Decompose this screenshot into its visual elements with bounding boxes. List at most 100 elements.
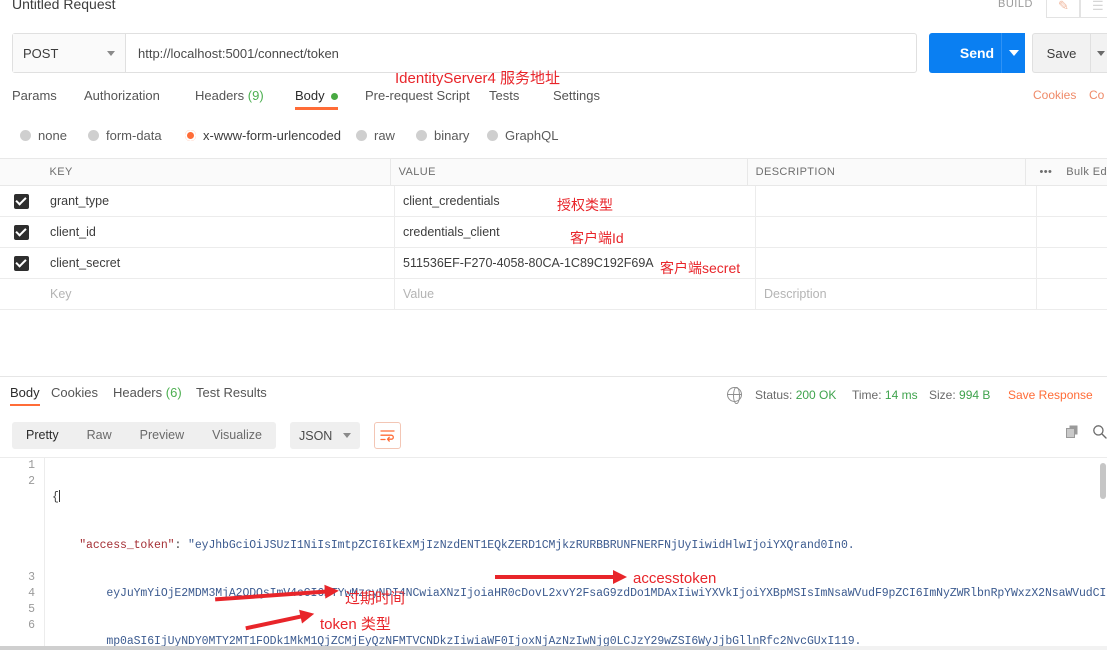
save-options-button[interactable] <box>1090 33 1107 73</box>
column-header-description: DESCRIPTION <box>755 166 836 178</box>
status-badge: Status: 200 OK <box>755 388 837 402</box>
body-type-form-data[interactable]: form-data <box>88 128 162 143</box>
status-value: 200 OK <box>795 388 837 402</box>
body-type-raw[interactable]: raw <box>356 128 395 143</box>
pen-icon[interactable]: ✎ <box>1058 0 1069 14</box>
send-options-button[interactable] <box>1001 33 1025 73</box>
copy-button[interactable] <box>1065 424 1080 442</box>
line-number: 5 <box>28 603 35 616</box>
radio-selected-icon <box>185 130 196 141</box>
size-badge: Size: 994 B <box>929 388 991 402</box>
viewer-tab-pretty[interactable]: Pretty <box>12 422 73 449</box>
tab-body[interactable]: Body <box>295 88 338 110</box>
bulk-edit-link[interactable]: Bulk Ed <box>1066 166 1107 178</box>
tab-params[interactable]: Params <box>12 88 57 110</box>
viewer-tab-raw[interactable]: Raw <box>73 422 126 449</box>
body-params-table: KEY VALUE DESCRIPTION ••• Bulk Ed grant_… <box>0 158 1107 310</box>
annotation-client-secret: 客户端secret <box>660 260 741 276</box>
body-type-binary[interactable]: binary <box>416 128 469 143</box>
text-cursor <box>58 490 60 502</box>
json-line-access-token: "access_token": "eyJhbGciOiJSUzI1NiIsImt… <box>79 539 855 552</box>
annotation-arrow-access-token <box>495 570 627 584</box>
table-header-row: KEY VALUE DESCRIPTION ••• Bulk Ed <box>0 159 1107 186</box>
word-wrap-button[interactable] <box>374 422 401 449</box>
param-key: client_secret <box>50 256 121 270</box>
build-label: BUILD <box>998 0 1033 10</box>
line-number-gutter: 1 2 3 4 5 6 <box>0 458 45 650</box>
response-body-viewer[interactable]: 1 2 3 4 5 6 { "access_token": "eyJhbGciO… <box>0 457 1107 650</box>
json-line-open-brace: { <box>52 490 60 504</box>
ellipsis-icon[interactable]: ••• <box>1040 166 1053 178</box>
headers-count: (9) <box>247 88 264 103</box>
row-checkbox[interactable] <box>13 255 29 271</box>
time-value: 14 ms <box>884 388 918 402</box>
radio-icon <box>487 130 498 141</box>
response-tab-test-results[interactable]: Test Results <box>196 385 267 406</box>
annotation-url: IdentityServer4 服务地址 <box>395 70 561 87</box>
tab-pre-request-script[interactable]: Pre-request Script <box>365 88 470 110</box>
tab-authorization[interactable]: Authorization <box>84 88 160 110</box>
search-button[interactable] <box>1092 424 1107 442</box>
param-value: client_credentials <box>403 194 500 208</box>
radio-icon <box>356 130 367 141</box>
note-icon[interactable]: ☰ <box>1092 0 1104 14</box>
response-tab-body[interactable]: Body <box>10 385 40 406</box>
radio-icon <box>416 130 427 141</box>
body-type-graphql[interactable]: GraphQL <box>487 128 558 143</box>
tab-tests[interactable]: Tests <box>489 88 519 110</box>
active-tab-underline <box>295 107 338 110</box>
body-type-none[interactable]: none <box>20 128 67 143</box>
http-method-select[interactable]: POST <box>13 34 126 72</box>
annotation-token-type: token 类型 <box>320 616 391 633</box>
vertical-scrollbar-thumb[interactable] <box>1100 463 1106 499</box>
cookies-link[interactable]: Cookies <box>1033 88 1076 102</box>
new-param-key-placeholder: Key <box>50 287 72 301</box>
search-icon <box>1093 425 1107 439</box>
chevron-down-icon <box>107 50 115 56</box>
json-line-token-wrap: eyJuYmYiOjE2MDM3MjA2ODQsImV4cCI6MTYwMzcy… <box>106 587 1107 600</box>
column-header-key: KEY <box>49 166 73 178</box>
http-method-value: POST <box>23 45 59 61</box>
line-number: 2 <box>28 475 35 488</box>
chevron-down-icon <box>1097 50 1105 56</box>
annotation-grant-type: 授权类型 <box>557 197 613 213</box>
json-code[interactable]: { "access_token": "eyJhbGciOiJSUzI1NiIsI… <box>52 458 1107 650</box>
response-format-select[interactable]: JSON <box>290 422 360 449</box>
response-tab-cookies[interactable]: Cookies <box>51 385 98 406</box>
new-param-value-placeholder: Value <box>403 287 435 301</box>
response-headers-count: (6) <box>165 385 182 400</box>
table-row-empty: Key Value Description <box>0 279 1107 310</box>
row-checkbox[interactable] <box>13 224 29 240</box>
save-button[interactable]: Save <box>1032 33 1090 73</box>
line-number: 1 <box>28 459 35 472</box>
viewer-tab-visualize[interactable]: Visualize <box>198 422 276 449</box>
word-wrap-icon <box>380 430 395 442</box>
param-value: 511536EF-F270-4058-80CA-1C89C192F69A <box>403 256 654 270</box>
line-number: 3 <box>28 571 35 584</box>
globe-icon <box>726 386 742 404</box>
horizontal-scrollbar[interactable] <box>0 646 1107 650</box>
param-value: credentials_client <box>403 225 500 239</box>
table-row: client_secret 511536EF-F270-4058-80CA-1C… <box>0 248 1107 279</box>
body-type-radio-group: none form-data x-www-form-urlencoded raw… <box>0 128 1107 150</box>
new-param-description-placeholder: Description <box>764 287 827 301</box>
time-badge: Time: 14 ms <box>852 388 918 402</box>
window-title-bar: Untitled Request BUILD ✎ ☰ <box>0 0 1107 18</box>
line-number: 6 <box>28 619 35 632</box>
save-response-link[interactable]: Save Response <box>1008 388 1093 402</box>
body-present-dot-icon <box>330 93 338 101</box>
request-tab-bar: Params Authorization Headers (9) Body Pr… <box>0 88 1107 114</box>
scrollbar-thumb[interactable] <box>0 646 760 650</box>
copy-icon <box>1066 425 1078 438</box>
tab-headers[interactable]: Headers (9) <box>195 88 264 110</box>
annotation-expires-in: 过期时间 <box>345 590 406 607</box>
code-link[interactable]: Co <box>1089 88 1104 102</box>
row-checkbox[interactable] <box>13 193 29 209</box>
tab-settings[interactable]: Settings <box>553 88 600 110</box>
param-key: grant_type <box>50 194 110 208</box>
response-divider <box>0 376 1107 377</box>
response-tab-headers[interactable]: Headers (6) <box>113 385 182 406</box>
body-type-x-www-form-urlencoded[interactable]: x-www-form-urlencoded <box>185 128 341 143</box>
viewer-tab-preview[interactable]: Preview <box>126 422 198 449</box>
size-value: 994 B <box>959 388 991 402</box>
